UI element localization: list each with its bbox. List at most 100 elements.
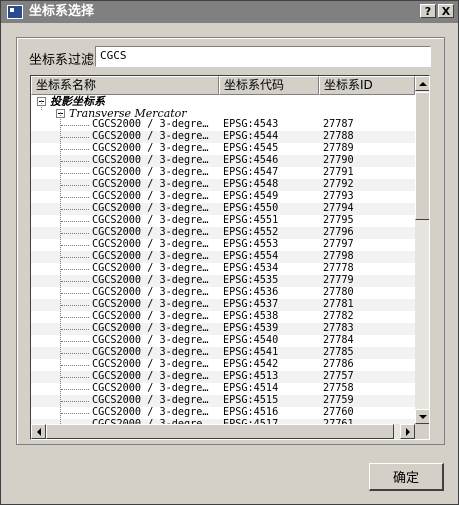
cell-id: 27786 <box>323 359 354 370</box>
cell-code: EPSG:4551 <box>223 215 279 226</box>
cell-id: 27758 <box>323 383 354 394</box>
tree-connector <box>61 269 89 270</box>
cell-id: 27797 <box>323 239 354 250</box>
tree-connector <box>61 257 89 258</box>
column-header-code[interactable]: 坐标系代码 <box>219 76 319 95</box>
column-header-id[interactable]: 坐标系ID <box>319 76 415 95</box>
tree-connector <box>61 209 89 210</box>
table-row[interactable]: CGCS2000 / 3-degre… EPSG:4547 27791 <box>31 167 415 179</box>
tree-connector <box>61 197 89 198</box>
cell-code: EPSG:4536 <box>223 287 279 298</box>
table-row[interactable]: CGCS2000 / 3-degre… EPSG:4553 27797 <box>31 239 415 251</box>
table-row[interactable]: CGCS2000 / 3-degre… EPSG:4546 27790 <box>31 155 415 167</box>
tree-connector <box>61 173 89 174</box>
window-title: 坐标系选择 <box>29 4 95 19</box>
arrow-up-icon <box>418 81 427 86</box>
table-row[interactable]: CGCS2000 / 3-degre… EPSG:4549 27793 <box>31 191 415 203</box>
table-row[interactable]: CGCS2000 / 3-degre… EPSG:4516 27760 <box>31 407 415 419</box>
cell-id: 27781 <box>323 299 354 310</box>
table-row[interactable]: CGCS2000 / 3-degre… EPSG:4513 27757 <box>31 371 415 383</box>
table-row[interactable]: CGCS2000 / 3-degre… EPSG:4537 27781 <box>31 299 415 311</box>
cell-id: 27798 <box>323 251 354 262</box>
table-row[interactable]: CGCS2000 / 3-degre… EPSG:4542 27786 <box>31 359 415 371</box>
tree-connector <box>61 293 89 294</box>
table-row[interactable]: CGCS2000 / 3-degre… EPSG:4550 27794 <box>31 203 415 215</box>
tree-connector <box>61 245 89 246</box>
tree-connector <box>61 161 89 162</box>
coordinate-system-tree[interactable]: 坐标系名称 坐标系代码 坐标系ID 投影坐标系 Transverse Merca… <box>30 75 430 440</box>
cell-code: EPSG:4534 <box>223 263 279 274</box>
tree-node-transverse-mercator[interactable]: Transverse Mercator <box>31 106 415 120</box>
cell-id: 27796 <box>323 227 354 238</box>
scroll-down-button[interactable] <box>415 409 429 424</box>
cell-id: 27783 <box>323 323 354 334</box>
table-row[interactable]: CGCS2000 / 3-degre… EPSG:4515 27759 <box>31 395 415 407</box>
tree-connector <box>61 377 89 378</box>
horizontal-scroll-thumb[interactable] <box>46 424 394 439</box>
scroll-left-button[interactable] <box>31 424 46 439</box>
cell-id: 27795 <box>323 215 354 226</box>
table-row[interactable]: CGCS2000 / 3-degre… EPSG:4543 27787 <box>31 119 415 131</box>
table-row[interactable]: CGCS2000 / 3-degre… EPSG:4536 27780 <box>31 287 415 299</box>
table-row[interactable]: CGCS2000 / 3-degre… EPSG:4541 27785 <box>31 347 415 359</box>
cell-code: EPSG:4546 <box>223 155 279 166</box>
column-header-name[interactable]: 坐标系名称 <box>31 76 219 95</box>
table-row[interactable]: CGCS2000 / 3-degre… EPSG:4514 27758 <box>31 383 415 395</box>
cell-id: 27780 <box>323 287 354 298</box>
tree-node-projected[interactable]: 投影坐标系 <box>31 95 415 108</box>
title-bar[interactable]: 坐标系选择 ? X <box>1 1 458 23</box>
cell-id: 27784 <box>323 335 354 346</box>
cell-id: 27778 <box>323 263 354 274</box>
cell-code: EPSG:4515 <box>223 395 279 406</box>
cell-code: EPSG:4545 <box>223 143 279 154</box>
table-row[interactable]: CGCS2000 / 3-degre… EPSG:4534 27778 <box>31 263 415 275</box>
cell-id: 27788 <box>323 131 354 142</box>
cell-code: EPSG:4541 <box>223 347 279 358</box>
help-button[interactable]: ? <box>420 4 436 18</box>
vertical-scroll-thumb[interactable] <box>415 92 429 220</box>
tree-rows: 投影坐标系 Transverse Mercator CGCS2000 / 3-d… <box>31 95 415 424</box>
table-row[interactable]: CGCS2000 / 3-degre… EPSG:4544 27788 <box>31 131 415 143</box>
table-row[interactable]: CGCS2000 / 3-degre… EPSG:4554 27798 <box>31 251 415 263</box>
tree-connector <box>61 221 89 222</box>
filter-label: 坐标系过滤 <box>29 53 95 68</box>
arrow-down-icon <box>418 414 427 419</box>
tree-connector <box>61 149 89 150</box>
cell-id: 27759 <box>323 395 354 406</box>
horizontal-scrollbar[interactable] <box>31 424 415 439</box>
ok-button[interactable]: 确定 <box>369 463 444 491</box>
cell-code: EPSG:4540 <box>223 335 279 346</box>
tree-connector <box>61 389 89 390</box>
table-row[interactable]: CGCS2000 / 3-degre… EPSG:4535 27779 <box>31 275 415 287</box>
cell-id: 27760 <box>323 407 354 418</box>
tree-connector <box>41 100 42 110</box>
table-row[interactable]: CGCS2000 / 3-degre… EPSG:4548 27792 <box>31 179 415 191</box>
scroll-up-button[interactable] <box>415 76 429 91</box>
filter-input[interactable]: CGCS <box>95 46 431 67</box>
scroll-right-button[interactable] <box>400 424 415 439</box>
close-button[interactable]: X <box>438 4 454 18</box>
cell-id: 27787 <box>323 119 354 130</box>
table-row[interactable]: CGCS2000 / 3-degre… EPSG:4540 27784 <box>31 335 415 347</box>
tree-connector <box>61 125 89 126</box>
tree-node-label: Transverse Mercator <box>69 106 187 120</box>
vertical-scrollbar[interactable] <box>415 76 429 424</box>
table-row[interactable]: CGCS2000 / 3-degre… EPSG:4552 27796 <box>31 227 415 239</box>
table-row[interactable]: CGCS2000 / 3-degre… EPSG:4545 27789 <box>31 143 415 155</box>
tree-connector <box>60 112 61 424</box>
scrollbar-corner <box>415 424 429 439</box>
cell-code: EPSG:4542 <box>223 359 279 370</box>
tree-connector <box>61 413 89 414</box>
tree-connector <box>61 281 89 282</box>
tree-connector <box>61 185 89 186</box>
cell-code: EPSG:4553 <box>223 239 279 250</box>
cell-code: EPSG:4544 <box>223 131 279 142</box>
cell-id: 27782 <box>323 311 354 322</box>
table-row[interactable]: CGCS2000 / 3-degre… EPSG:4539 27783 <box>31 323 415 335</box>
window-icon <box>7 5 23 19</box>
cell-code: EPSG:4537 <box>223 299 279 310</box>
arrow-right-icon <box>405 427 410 436</box>
table-row[interactable]: CGCS2000 / 3-degre… EPSG:4551 27795 <box>31 215 415 227</box>
table-row[interactable]: CGCS2000 / 3-degre… EPSG:4538 27782 <box>31 311 415 323</box>
cell-code: EPSG:4549 <box>223 191 279 202</box>
